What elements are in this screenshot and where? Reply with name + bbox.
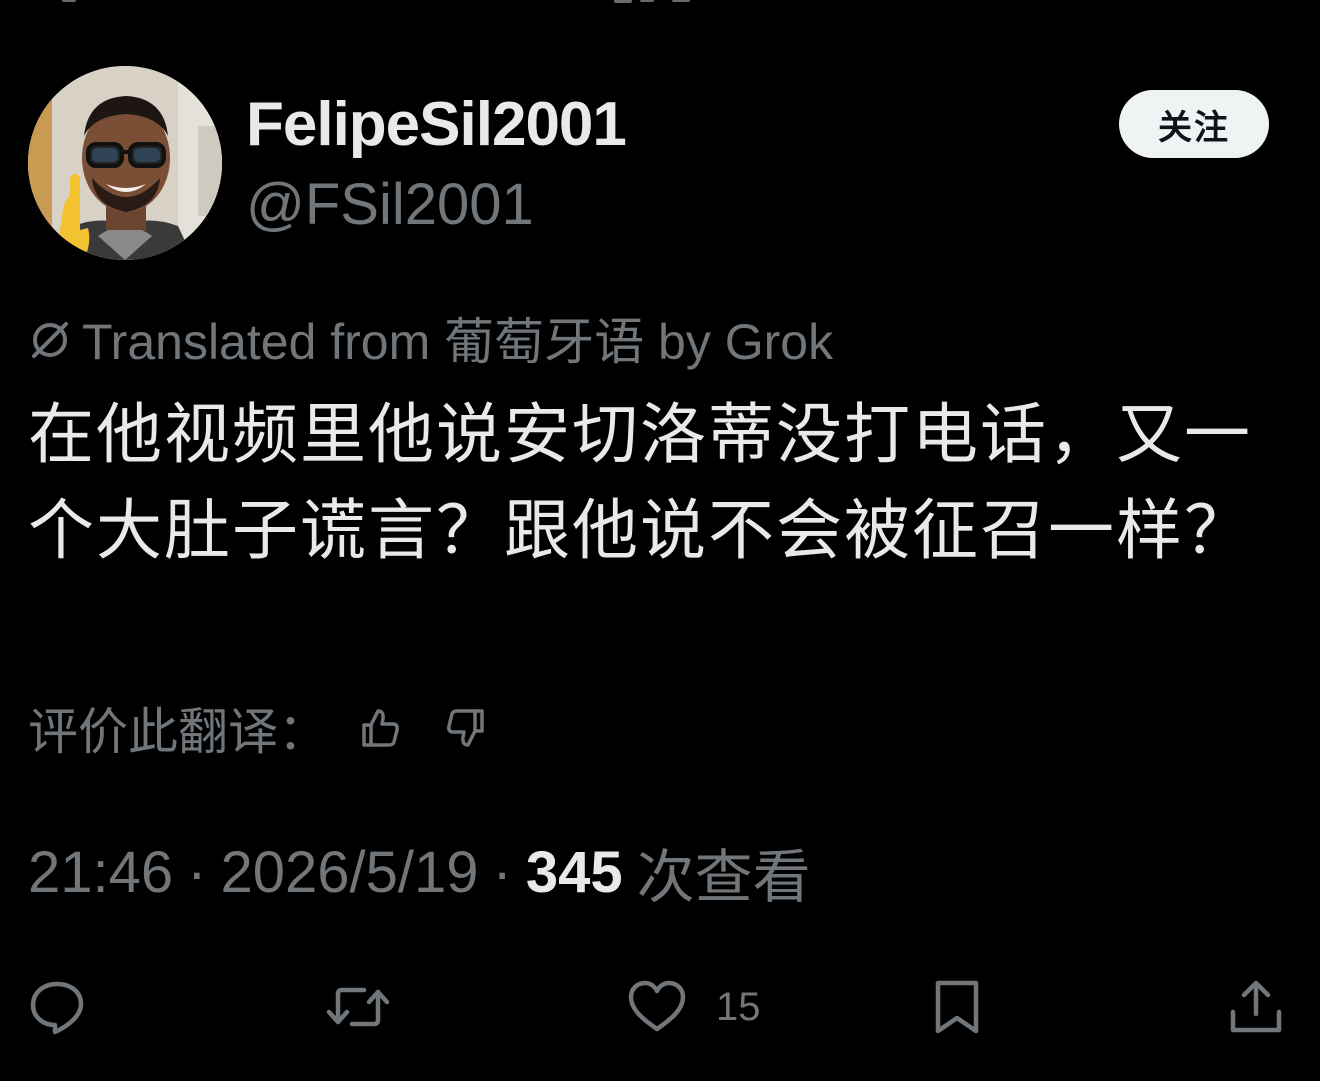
separator-dot: · xyxy=(492,839,512,905)
globe-icon xyxy=(28,316,72,360)
profile-photo xyxy=(28,66,222,260)
thumbs-up-icon[interactable] xyxy=(358,705,404,751)
tweet-time[interactable]: 21:46 xyxy=(28,839,173,906)
avatar[interactable] xyxy=(28,66,222,260)
like-button[interactable]: 15 xyxy=(626,972,761,1042)
views-label: 次查看 xyxy=(636,845,811,910)
tweet-date[interactable]: 2026/5/19 xyxy=(220,839,478,906)
share-icon xyxy=(1230,980,1282,1033)
bookmark-icon xyxy=(935,980,979,1034)
share-button[interactable] xyxy=(1228,972,1284,1042)
user-handle[interactable]: @FSil2001 xyxy=(246,172,534,238)
reply-button[interactable] xyxy=(28,972,86,1042)
like-count: 15 xyxy=(716,984,761,1029)
heart-icon xyxy=(628,980,686,1032)
rate-translation: 评价此翻译： xyxy=(28,696,488,760)
tweet-meta: 21:46 · 2026/5/19 · 345 次查看 xyxy=(28,836,811,911)
translation-label: Translated from 葡萄牙语 by Grok xyxy=(82,314,834,370)
thumbs-down-icon[interactable] xyxy=(442,705,488,751)
views-count[interactable]: 345 xyxy=(526,839,623,906)
display-name[interactable]: FelipeSil2001 xyxy=(246,90,627,160)
translation-notice[interactable]: Translated from 葡萄牙语 by Grok xyxy=(28,306,833,370)
bookmark-button[interactable] xyxy=(930,972,984,1042)
rate-translation-label: 评价此翻译： xyxy=(28,704,328,760)
tweet-text: 在他视频里他说安切洛蒂没打电话，又一个大肚子谎言？跟他说不会被征召一样？ xyxy=(28,397,1252,567)
retweet-button[interactable] xyxy=(326,972,390,1042)
retweet-icon xyxy=(326,987,390,1027)
follow-button[interactable]: 关注 xyxy=(1119,90,1269,158)
separator-dot: · xyxy=(187,839,207,905)
reply-icon xyxy=(30,981,84,1035)
status-bar-fragment xyxy=(0,0,1320,14)
action-bar: 15 xyxy=(0,972,1320,1042)
